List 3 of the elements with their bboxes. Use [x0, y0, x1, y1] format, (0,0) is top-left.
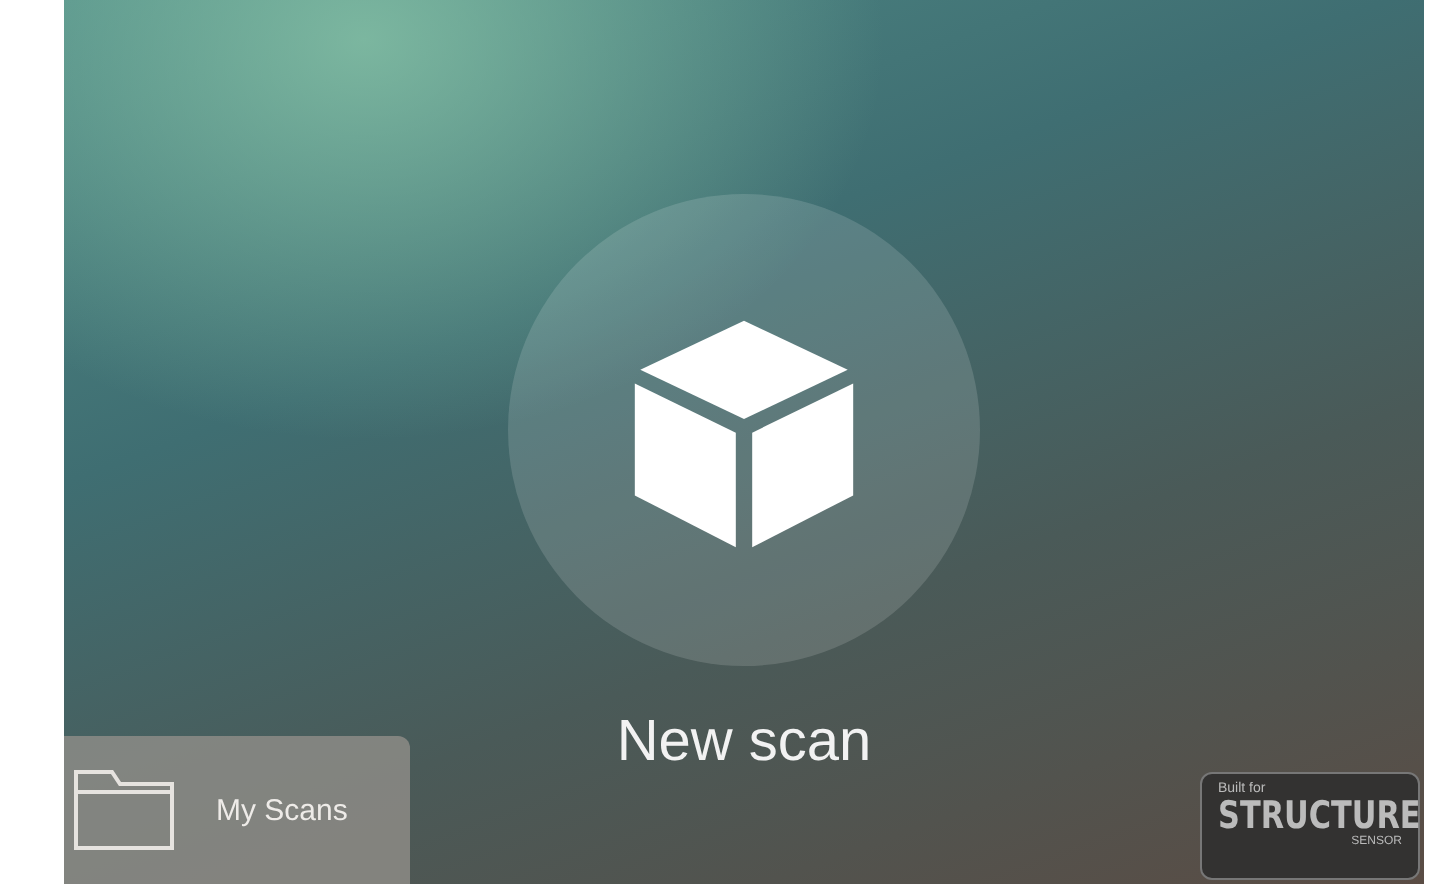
new-scan-label: New scan [616, 710, 872, 776]
my-scans-button[interactable]: My Scans [64, 736, 410, 884]
folder-icon [72, 768, 176, 852]
